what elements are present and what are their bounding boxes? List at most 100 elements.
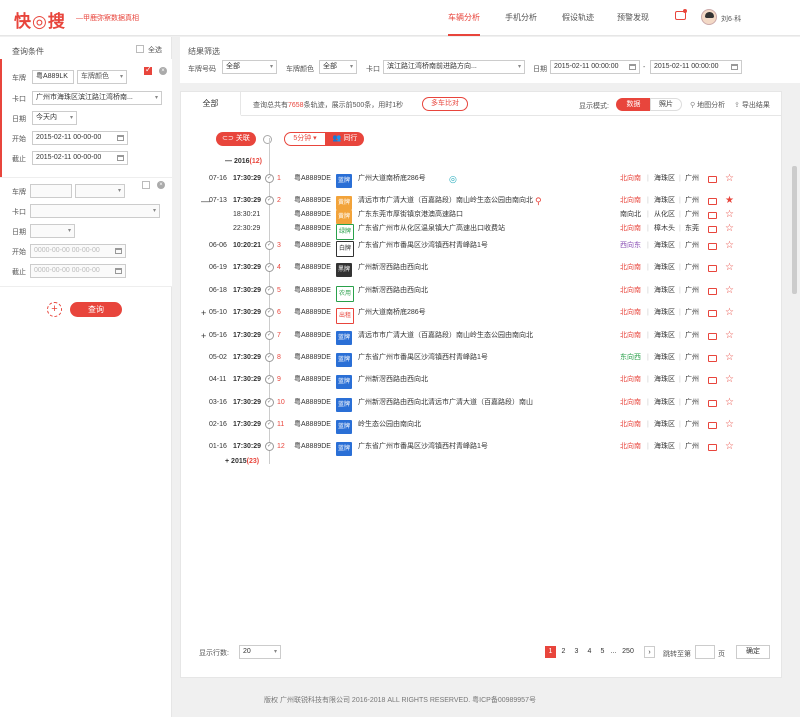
star-icon[interactable]: ☆: [725, 329, 734, 343]
star-icon[interactable]: ☆: [725, 306, 734, 320]
star-icon[interactable]: ☆: [725, 418, 734, 432]
query-button[interactable]: 查询: [70, 302, 122, 317]
nav-phone-analysis[interactable]: 手机分析: [505, 0, 537, 36]
table-row[interactable]: 03-16 17:30:29 ✓ 10 粤A8889DE 蓝牌 广州新滘西路由西向北清远市广…: [181, 396, 781, 412]
star-icon[interactable]: ★: [725, 194, 734, 208]
tab-all[interactable]: 全部: [181, 92, 241, 116]
gate-select[interactable]: 广州市海珠区滨江路江湾桥南... ▾: [32, 91, 162, 105]
star-icon[interactable]: ☆: [725, 208, 734, 222]
star-icon[interactable]: ☆: [725, 396, 734, 410]
camera-icon[interactable]: [708, 355, 717, 362]
message-icon[interactable]: [675, 9, 687, 20]
start-time-input[interactable]: 0000-00-00 00-00-00: [30, 244, 126, 258]
table-row[interactable]: +05-10 17:30:29 ✓ 6 粤A8889DE 出租 广州大道南桥底286号 北向南…: [181, 306, 781, 324]
expand-icon[interactable]: +: [201, 329, 206, 343]
companion-button[interactable]: 👥 同行: [326, 132, 364, 146]
nav-alert-discovery[interactable]: 预警发现: [617, 0, 649, 36]
group1-checkbox[interactable]: [144, 65, 152, 75]
plate-input[interactable]: [30, 184, 72, 198]
end-time-input[interactable]: 0000-00-00 00-00-00: [30, 264, 126, 278]
mode-data-button[interactable]: 数据: [616, 98, 651, 111]
table-row[interactable]: —07-13 17:30:29 ✓ 2 粤A8889DE 黄牌 清远市市广清大道（百嘉路段）…: [181, 194, 781, 210]
avatar[interactable]: [701, 9, 717, 25]
date-label: 日期: [12, 229, 26, 236]
plate-color-select[interactable]: ▾: [75, 184, 125, 198]
page-1[interactable]: 1: [545, 646, 556, 658]
camera-icon[interactable]: [708, 444, 717, 451]
user-name[interactable]: 刘6·科: [721, 14, 741, 24]
add-condition-button[interactable]: +: [47, 302, 62, 317]
camera-icon[interactable]: [708, 198, 717, 205]
nav-hypothesis-track[interactable]: 假设轨迹: [562, 0, 594, 36]
star-icon[interactable]: ☆: [725, 284, 734, 298]
gate-select[interactable]: ▾: [30, 204, 160, 218]
group2-checkbox[interactable]: [142, 181, 150, 189]
plate-input[interactable]: 粤A889LK: [32, 70, 74, 84]
rows-per-page-select[interactable]: 20 ▾: [239, 645, 281, 659]
year-2015-toggle[interactable]: + 2015(23): [225, 458, 259, 465]
table-row[interactable]: 06-19 17:30:29 ✓ 4 粤A8889DE 黑牌 广州新滘西路由西向北 北向南 | 海…: [181, 261, 781, 277]
star-icon[interactable]: ☆: [725, 373, 734, 387]
filter-gate-select[interactable]: 滨江路江湾桥南前进路方向... ▾: [383, 60, 525, 74]
star-icon[interactable]: ☆: [725, 351, 734, 365]
close-icon[interactable]: ×: [159, 67, 167, 75]
star-icon[interactable]: ☆: [725, 440, 734, 454]
camera-icon[interactable]: [708, 265, 717, 272]
start-time-input[interactable]: 2015-02-11 00-00-00: [32, 131, 128, 145]
next-page-button[interactable]: ›: [644, 646, 655, 658]
camera-icon[interactable]: [708, 422, 717, 429]
camera-icon[interactable]: [708, 333, 717, 340]
multi-compare-button[interactable]: 多车比对: [422, 97, 468, 111]
camera-icon[interactable]: [708, 288, 717, 295]
filter-plate-select[interactable]: 全部 ▾: [222, 60, 277, 74]
table-row[interactable]: +05-16 17:30:29 ✓ 7 粤A8889DE 蓝牌 清远市市广清大道（百嘉路段）…: [181, 329, 781, 345]
plate-color-select[interactable]: 车牌颜色 ▾: [77, 70, 127, 84]
camera-icon[interactable]: [708, 310, 717, 317]
jump-page-input[interactable]: [695, 645, 715, 659]
table-row[interactable]: 07-16 17:30:29 ✓ 1 粤A8889DE 蓝牌 广州大道南桥底286号 ◎ 北向南…: [181, 172, 781, 188]
camera-icon[interactable]: [708, 377, 717, 384]
export-link[interactable]: ⇪ 导出结果: [734, 100, 770, 110]
table-row[interactable]: 18:30:21 粤A8889DE 黄牌 广东东莞市厚街镇京港澳高速路口 南向北 | 从化区…: [181, 208, 781, 224]
camera-icon[interactable]: [708, 226, 717, 233]
close-icon[interactable]: ×: [157, 181, 165, 189]
filter-date-from[interactable]: 2015-02-11 00:00:00: [550, 60, 640, 74]
camera-icon[interactable]: [708, 176, 717, 183]
row-address: 广州新滘西路由西向北清远市广清大道（百嘉路段）南山: [358, 399, 533, 406]
map-analysis-link[interactable]: ⚲ 地图分析: [690, 100, 725, 110]
star-icon[interactable]: ☆: [725, 222, 734, 236]
camera-icon[interactable]: [708, 400, 717, 407]
year-2016-toggle[interactable]: — 2016(12): [225, 158, 262, 165]
page-4[interactable]: 4: [584, 646, 595, 658]
camera-icon[interactable]: [708, 212, 717, 219]
camera-icon[interactable]: [708, 243, 717, 250]
table-row[interactable]: 04-11 17:30:29 ✓ 9 粤A8889DE 蓝牌 广州新滘西路由西向北 北向南 | 海…: [181, 373, 781, 389]
page-scrollbar[interactable]: [792, 166, 797, 294]
table-row[interactable]: 05-02 17:30:29 ✓ 8 粤A8889DE 蓝牌 广东省广州市番禺区沙湾镇西村青…: [181, 351, 781, 367]
star-icon[interactable]: ☆: [725, 239, 734, 253]
page-5[interactable]: 5: [597, 646, 608, 658]
page-last[interactable]: 250: [620, 646, 636, 658]
filter-date-to[interactable]: 2015-02-11 00:00:00: [650, 60, 742, 74]
table-row[interactable]: 06-06 10:20:21 ✓ 3 粤A8889DE 白牌 广东省广州市番禺区沙湾镇西村青…: [181, 239, 781, 257]
relate-button[interactable]: ⊂⊃ 关联: [216, 132, 256, 146]
page-3[interactable]: 3: [571, 646, 582, 658]
expand-icon[interactable]: +: [201, 306, 206, 320]
select-all-checkbox[interactable]: [136, 45, 144, 53]
table-row[interactable]: 06-18 17:30:29 ✓ 5 粤A8889DE 农用 广州新滘西路由西向北 北向南 | 海…: [181, 284, 781, 302]
calendar-icon: [117, 135, 124, 141]
star-icon[interactable]: ☆: [725, 172, 734, 186]
table-row[interactable]: 01-16 17:30:29 ✓ 12 粤A8889DE 蓝牌 广东省广州市番禺区沙湾镇西村…: [181, 440, 781, 456]
end-time-input[interactable]: 2015-02-11 00-00-00: [32, 151, 128, 165]
mode-photo-button[interactable]: 照片: [650, 98, 682, 111]
interval-select[interactable]: 5分钟 ▾: [284, 132, 326, 146]
confirm-jump-button[interactable]: 确定: [736, 645, 770, 659]
date-select[interactable]: 今天内 ▾: [32, 111, 77, 125]
star-icon[interactable]: ☆: [725, 261, 734, 275]
nav-vehicle-analysis[interactable]: 车辆分析: [448, 0, 480, 36]
table-row[interactable]: 02-16 17:30:29 ✓ 11 粤A8889DE 蓝牌 岭生态公园由南向北 北向南 | 海…: [181, 418, 781, 434]
page-2[interactable]: 2: [558, 646, 569, 658]
filter-color-select[interactable]: 全部 ▾: [319, 60, 357, 74]
date-select[interactable]: ▾: [30, 224, 75, 238]
table-row[interactable]: 22:30:29 粤A8889DE 绿牌 广东省广州市从化区温泉镇大广高速出口收费站 北…: [181, 222, 781, 240]
